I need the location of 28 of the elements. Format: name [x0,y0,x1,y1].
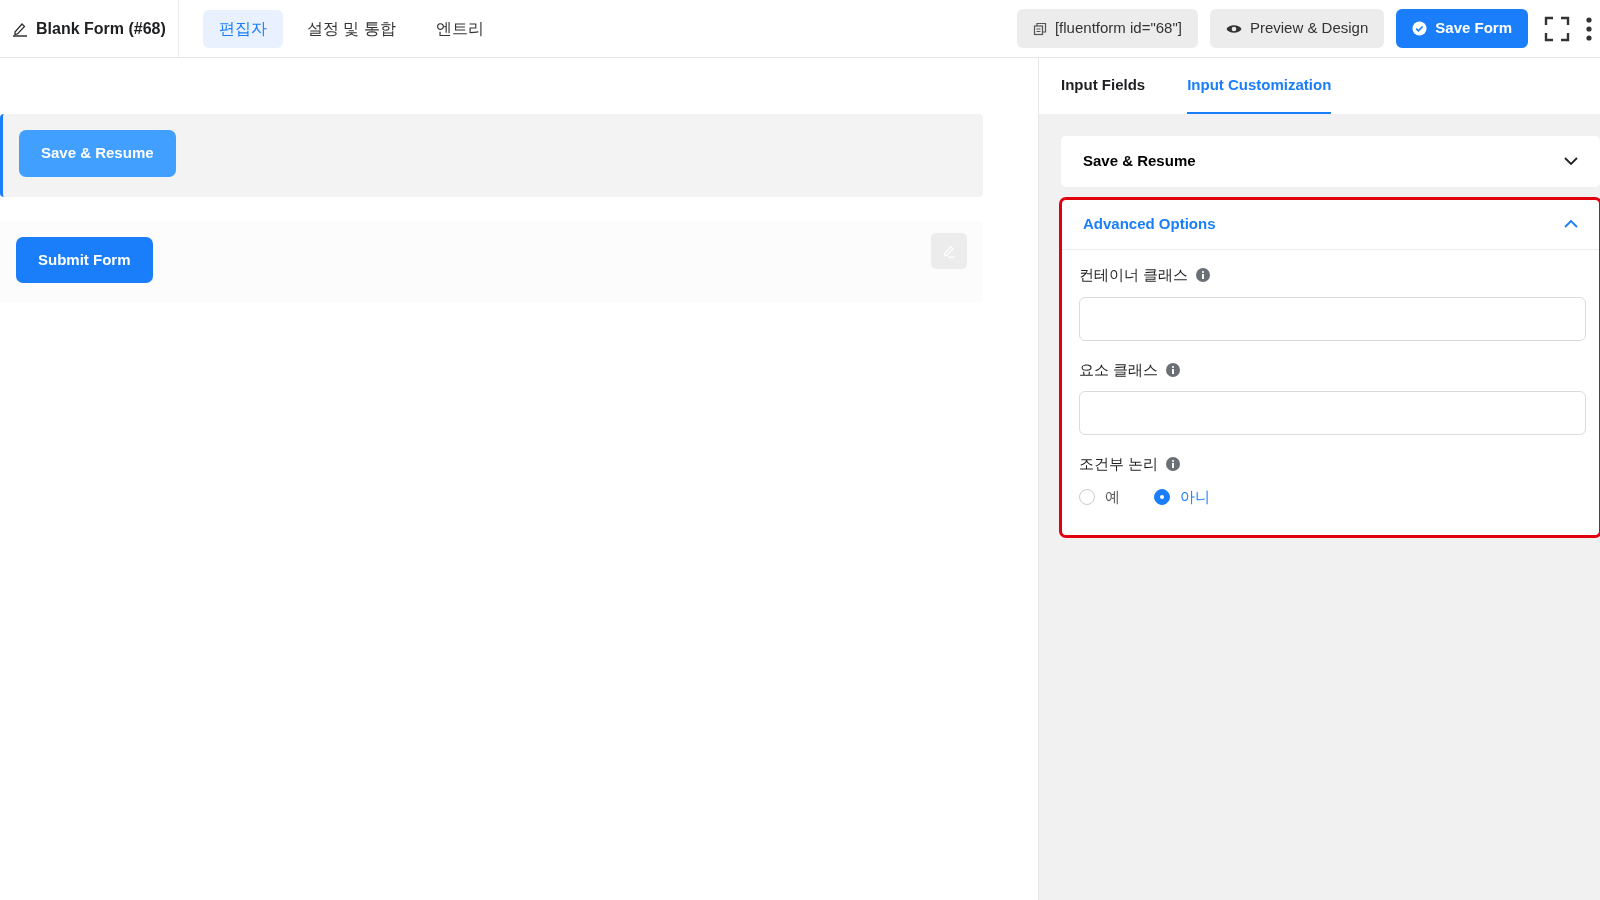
submit-form-button[interactable]: Submit Form [16,236,153,283]
radio-option[interactable]: 예 [1079,485,1120,508]
text-input-field[interactable] [1079,296,1586,341]
more-options-icon[interactable] [1586,16,1592,41]
chevron-up-icon [1564,219,1578,229]
option-label: 컨테이너 클래스 [1079,265,1189,285]
check-circle-icon [1412,21,1428,36]
panel-tab[interactable]: Input Customization [1187,58,1332,114]
option-label: 조건부 논리 [1079,454,1159,474]
save-form-button[interactable]: Save Form [1396,9,1528,48]
preview-design-button[interactable]: Preview & Design [1209,9,1385,48]
copy-icon [1032,21,1047,36]
text-input-field[interactable] [1079,391,1586,435]
fullscreen-icon[interactable] [1544,15,1570,42]
header-tab[interactable]: 설정 및 통합 [290,9,412,48]
section-header[interactable]: Advanced Options [1061,198,1600,250]
chevron-down-icon [1564,156,1578,166]
info-icon[interactable] [1196,268,1211,283]
section-header[interactable]: Save & Resume [1061,136,1600,187]
form-title: Blank Form (#68) [36,18,166,39]
panel-tab[interactable]: Input Fields [1061,58,1146,114]
option-label: 요소 클래스 [1079,359,1159,380]
shortcode-button[interactable]: [fluentform id="68"] [1016,9,1198,48]
radio-option[interactable]: 아니 [1154,485,1210,508]
header-tab[interactable]: 엔트리 [419,9,500,48]
info-icon[interactable] [1166,457,1181,472]
eye-icon [1225,22,1242,35]
info-icon[interactable] [1166,362,1181,377]
